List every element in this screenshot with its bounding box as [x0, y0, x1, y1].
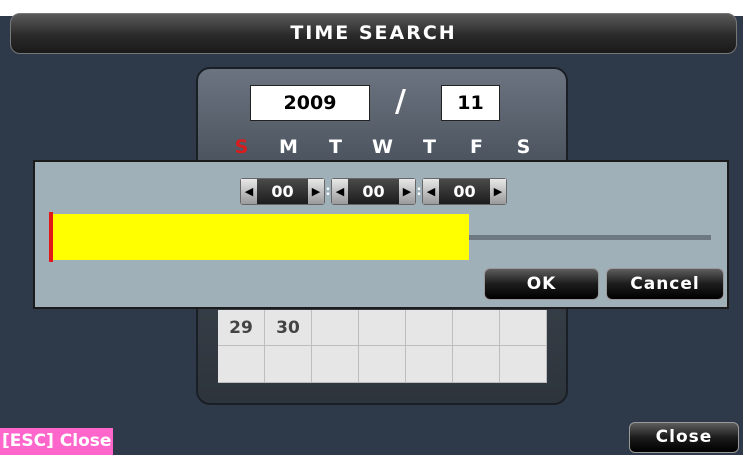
calendar-day-empty [359, 346, 406, 383]
calendar-day-empty [406, 346, 453, 383]
weekday-header: S M T W T F S [218, 133, 548, 161]
calendar-day-empty [453, 346, 500, 383]
cancel-button[interactable]: Cancel [606, 268, 724, 300]
second-decrement-arrow-icon[interactable]: ◀ [423, 179, 439, 204]
weekday-sat: S [516, 136, 531, 158]
second-value[interactable]: 00 [439, 182, 490, 201]
calendar-day-empty [359, 310, 406, 346]
weekday-thu: T [423, 136, 436, 158]
calendar-day-empty [406, 310, 453, 346]
calendar-day-30[interactable]: 30 [265, 310, 312, 346]
second-increment-arrow-icon[interactable]: ▶ [490, 179, 506, 204]
close-button[interactable]: Close [629, 422, 739, 453]
minute-increment-arrow-icon[interactable]: ▶ [399, 179, 415, 204]
calendar-day-empty [500, 310, 547, 346]
ok-button[interactable]: OK [484, 268, 599, 300]
minute-value[interactable]: 00 [348, 182, 399, 201]
timeline-recorded-fill [53, 214, 469, 260]
second-spinner: ◀ 00 ▶ [422, 178, 507, 205]
title-bar: TIME SEARCH [10, 13, 737, 54]
time-spinners: ◀ 00 ▶ : ◀ 00 ▶ : ◀ 00 ▶ [240, 178, 507, 205]
hour-spinner: ◀ 00 ▶ [240, 178, 325, 205]
date-separator: / [395, 84, 406, 119]
weekday-sun: S [234, 136, 249, 158]
hour-increment-arrow-icon[interactable]: ▶ [308, 179, 324, 204]
esc-close-hint: [ESC] Close [0, 428, 114, 455]
weekday-wed: W [372, 136, 393, 158]
calendar-day-empty [500, 346, 547, 383]
calendar-day-29[interactable]: 29 [218, 310, 265, 346]
calendar-day-empty [312, 346, 359, 383]
year-field[interactable]: 2009 [250, 85, 370, 121]
weekday-mon: M [279, 136, 298, 158]
timeline-position-marker[interactable] [49, 212, 53, 262]
hour-decrement-arrow-icon[interactable]: ◀ [241, 179, 257, 204]
minute-decrement-arrow-icon[interactable]: ◀ [332, 179, 348, 204]
calendar-day-empty [218, 346, 265, 383]
calendar-day-empty [453, 310, 500, 346]
month-field[interactable]: 11 [441, 85, 500, 121]
weekday-tue: T [329, 136, 342, 158]
hour-value[interactable]: 00 [257, 182, 308, 201]
page-title: TIME SEARCH [290, 22, 457, 44]
weekday-fri: F [470, 136, 483, 158]
calendar-grid: 29 30 [218, 310, 547, 383]
calendar-day-empty [312, 310, 359, 346]
calendar-day-empty [265, 346, 312, 383]
minute-spinner: ◀ 00 ▶ [331, 178, 416, 205]
